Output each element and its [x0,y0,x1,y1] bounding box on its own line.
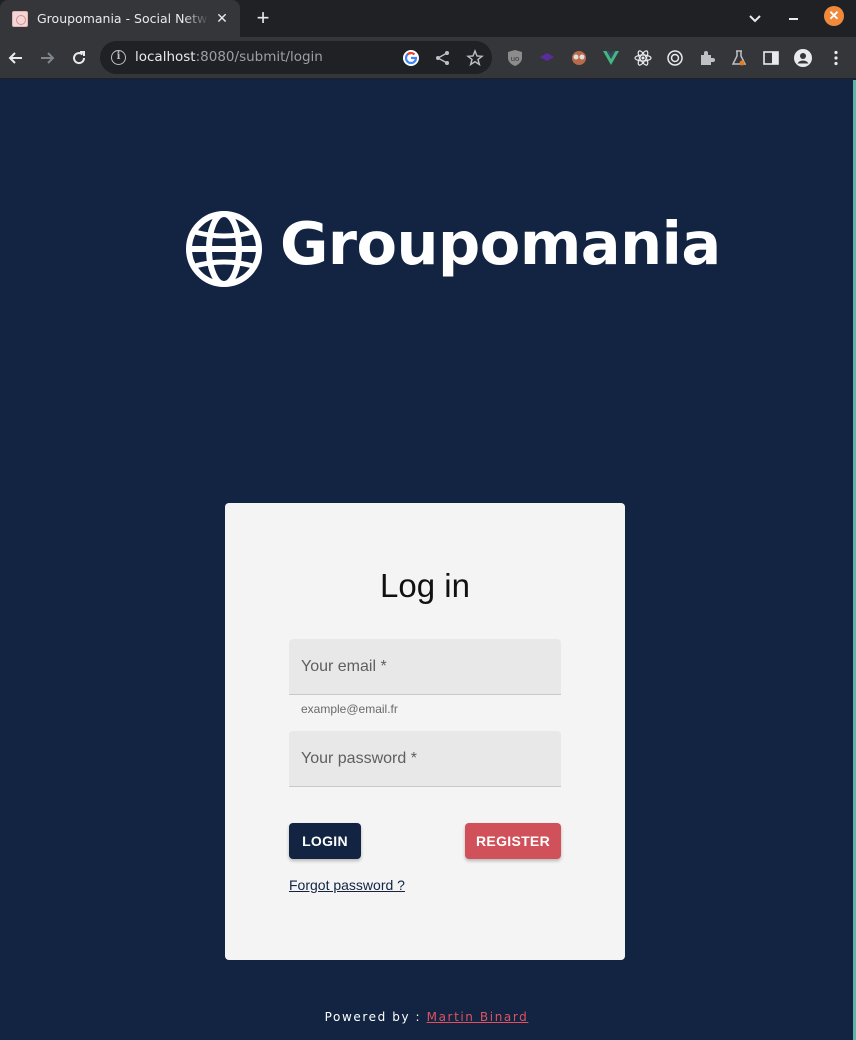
labs-flask-icon[interactable] [730,49,748,67]
register-button[interactable]: REGISTER [465,823,561,859]
window-close-icon[interactable]: ✕ [824,6,844,26]
forward-icon[interactable] [37,48,57,68]
browser-menu-icon[interactable] [827,49,845,67]
page-title: Log in [380,567,470,604]
target-extension-icon[interactable] [666,49,684,67]
login-card: Log in example@email.fr LOGIN REGISTER F… [225,503,625,960]
login-button[interactable]: LOGIN [289,823,361,859]
email-hint: example@email.fr [301,702,398,716]
forgot-password-link[interactable]: Forgot password ? [289,877,405,893]
svg-text:uo: uo [511,55,520,63]
extension-purple-icon[interactable] [538,49,556,67]
extensions-puzzle-icon[interactable] [698,49,716,67]
google-icon[interactable] [402,49,420,67]
browser-tab-strip: Groupomania - Social Network ✕ + ✕ [0,0,856,37]
brand-name: Groupomania [280,209,721,278]
email-input[interactable] [289,639,561,694]
bookmark-star-icon[interactable] [466,49,484,67]
site-info-icon[interactable]: i [111,50,126,65]
author-link[interactable]: Martin Binard [427,1010,529,1024]
groupomania-logo: Groupomania [185,209,721,290]
owl-extension-icon[interactable] [570,49,588,67]
side-panel-icon[interactable] [762,49,780,67]
tab-search-chevron-icon[interactable] [746,9,764,27]
footer-prefix: Powered by : [324,1010,427,1024]
browser-tab[interactable]: Groupomania - Social Network ✕ [0,0,240,37]
new-tab-icon[interactable]: + [252,7,274,29]
url-text[interactable]: localhost:8080/submit/login [135,49,323,65]
share-icon[interactable] [434,49,452,67]
email-field[interactable] [289,639,561,695]
globe-icon [186,211,262,287]
address-bar[interactable]: i localhost:8080/submit/login [100,41,492,74]
profile-avatar-icon[interactable] [794,49,812,67]
vue-devtools-icon[interactable] [602,49,620,67]
password-input[interactable] [289,731,561,786]
reload-icon[interactable] [69,48,89,68]
tab-title: Groupomania - Social Network [37,11,209,26]
react-devtools-icon[interactable] [634,49,652,67]
browser-toolbar: i localhost:8080/submit/login uo 16 [0,37,856,107]
footer: Powered by : Martin Binard [0,1010,853,1024]
ublock-extension-icon[interactable]: uo [506,49,524,67]
minimize-icon[interactable] [786,9,800,23]
tab-close-icon[interactable]: ✕ [214,10,230,26]
password-field[interactable] [289,731,561,787]
favicon-icon [12,10,28,27]
back-icon[interactable] [6,48,26,68]
